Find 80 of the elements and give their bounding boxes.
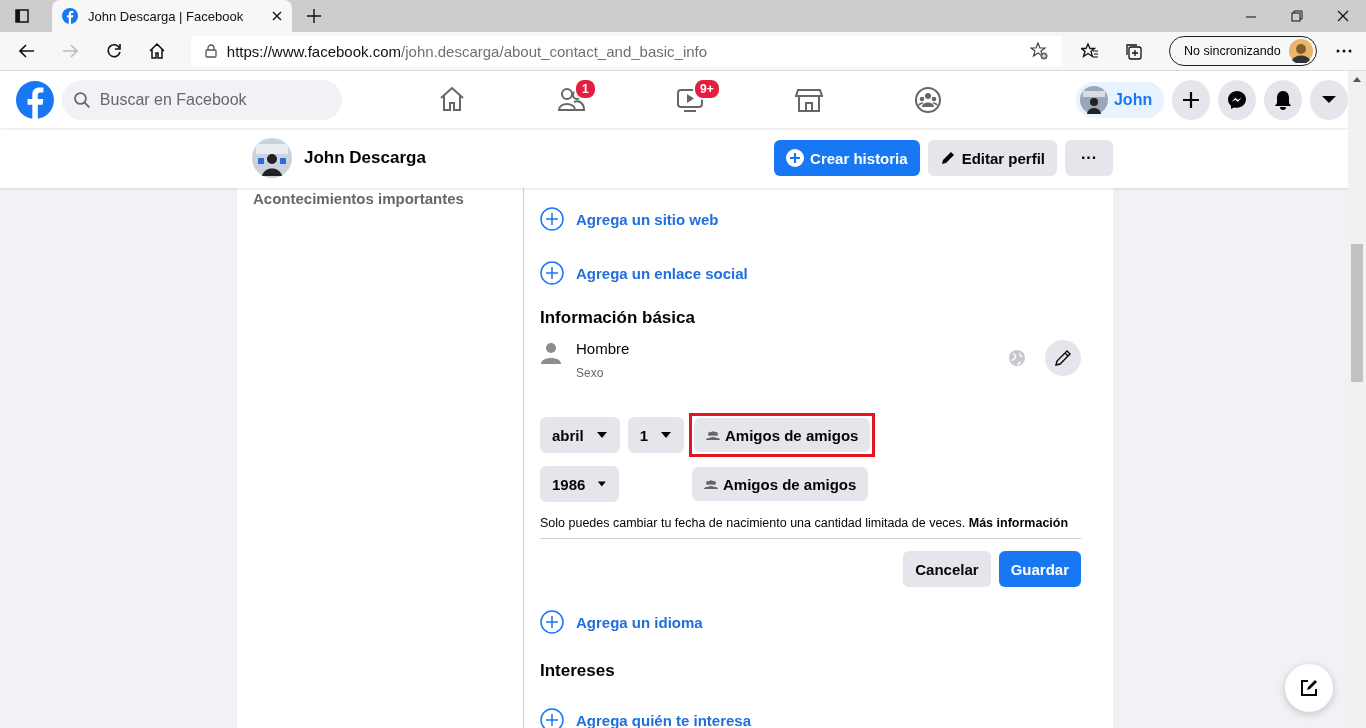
audience-button[interactable]: Amigos de amigos — [692, 467, 869, 501]
collections-icon — [1124, 42, 1143, 60]
section-heading: Intereses — [540, 660, 616, 682]
edit-button[interactable] — [1045, 340, 1081, 376]
add-link[interactable]: Agrega un enlace social — [576, 264, 748, 282]
more-info-link[interactable]: Más información — [968, 516, 1069, 530]
bell-icon — [1273, 89, 1294, 110]
notification-badge: 1 — [573, 78, 597, 100]
nav-tab[interactable]: 1 — [511, 71, 631, 128]
scrollbar-thumb[interactable] — [1351, 244, 1363, 382]
plus-circle-icon — [540, 261, 564, 285]
browser-tab[interactable]: John Descarga | Facebook — [52, 0, 292, 32]
more-button[interactable]: ··· — [1065, 140, 1113, 176]
notification-badge: 9+ — [692, 78, 721, 100]
search-input[interactable]: Buscar en Facebook — [97, 89, 330, 110]
messenger-icon — [1227, 89, 1248, 110]
gender-value: Hombre — [576, 340, 630, 357]
favorites-icon — [1080, 43, 1099, 59]
people-icon — [704, 478, 718, 490]
scroll-up-icon — [1353, 77, 1361, 82]
plus-circle-icon — [540, 207, 564, 231]
caret-icon — [1322, 96, 1336, 103]
back-arrow-icon — [18, 44, 35, 58]
caret-button[interactable] — [1310, 79, 1348, 120]
people-icon — [706, 429, 721, 441]
plus-circle-icon — [540, 610, 564, 634]
address-bar[interactable]: https://www.facebook.com/john.descarga/about_contact_and_basic_info — [190, 36, 1063, 66]
create-button[interactable] — [1172, 79, 1211, 120]
home-icon — [149, 43, 166, 59]
cancel-button[interactable]: Cancelar — [903, 551, 991, 587]
person-icon — [540, 342, 562, 364]
add-link[interactable]: Agrega un sitio web — [576, 210, 719, 228]
forward-arrow-icon — [62, 44, 79, 58]
more-icon — [1336, 49, 1353, 53]
section-heading: Información básica — [540, 307, 696, 329]
plus-circle-icon — [786, 149, 805, 167]
bell-button[interactable] — [1264, 79, 1303, 120]
search-field[interactable]: Buscar en Facebook — [61, 79, 342, 120]
lock-icon — [204, 44, 217, 58]
nav-tab[interactable]: 9+ — [630, 71, 750, 128]
info-text: Solo puedes cambiar tu fecha de nacimiento una cantidad limitada de veces. Más información — [540, 516, 1081, 539]
restore-icon — [1291, 10, 1303, 22]
pencil-icon — [939, 150, 956, 166]
add-link[interactable]: Agrega un idioma — [576, 613, 703, 631]
close-icon — [272, 11, 282, 21]
reload-icon — [105, 43, 122, 59]
search-icon — [73, 91, 90, 108]
create-story-button[interactable]: Crear historia — [774, 140, 920, 176]
caret-icon — [595, 431, 608, 439]
new-message-button[interactable] — [1285, 664, 1333, 712]
facebook-logo-icon — [62, 8, 78, 24]
compose-icon — [1299, 678, 1319, 698]
star-plus-icon — [1030, 42, 1049, 60]
save-button[interactable]: Guardar — [998, 551, 1081, 587]
sidebar-item[interactable]: Acontecimientos importantes — [253, 190, 507, 207]
new-tab-icon — [307, 9, 321, 23]
field-label: Sexo — [576, 366, 605, 380]
facebook-logo-icon — [16, 79, 54, 120]
pencil-icon — [1054, 349, 1072, 367]
tab-actions-icon — [15, 9, 29, 23]
avatar-icon — [1079, 85, 1108, 114]
audience-button[interactable]: Amigos de amigos — [694, 418, 871, 452]
close-icon — [1337, 10, 1349, 22]
url-text: https://www.facebook.com/john.descarga/about_contact_and_basic_info — [226, 42, 709, 60]
day-dropdown[interactable]: 1 — [627, 417, 685, 453]
create-icon — [1181, 89, 1202, 110]
profile-name: John Descarga — [304, 148, 427, 168]
avatar-icon — [252, 138, 292, 178]
messenger-button[interactable] — [1218, 79, 1257, 120]
tab-title: John Descarga | Facebook — [88, 8, 245, 24]
edit-profile-button[interactable]: Editar perfil — [927, 140, 1057, 176]
caret-icon — [597, 480, 607, 488]
month-dropdown[interactable]: abril — [540, 417, 620, 453]
year-dropdown[interactable]: 1986 — [540, 466, 619, 502]
caret-icon — [660, 431, 673, 439]
profile-chip[interactable]: John — [1075, 81, 1165, 118]
group-icon — [914, 85, 943, 114]
add-link[interactable]: Agrega quién te interesa — [576, 711, 752, 728]
avatar-icon — [1288, 39, 1313, 63]
globe-icon — [1009, 350, 1025, 366]
